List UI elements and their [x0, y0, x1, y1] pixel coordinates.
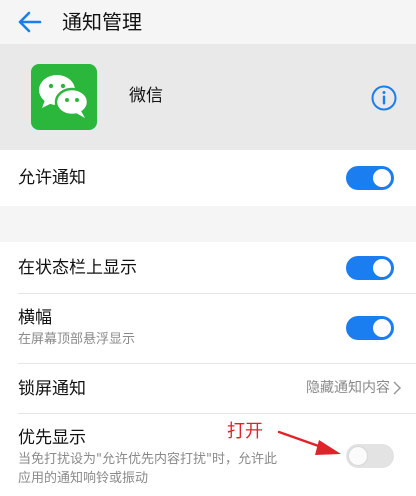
priority-label: 优先显示 [18, 428, 86, 448]
allow-notifications-toggle[interactable] [346, 166, 394, 190]
priority-sublabel-line2: 应用的通知响铃或振动 [18, 471, 149, 486]
toggle-knob [373, 259, 391, 277]
allow-notifications-label: 允许通知 [18, 168, 86, 188]
app-name: 微信 [129, 86, 163, 106]
chevron-right-icon [393, 381, 402, 395]
status-bar-toggle[interactable] [346, 256, 394, 280]
toggle-knob [373, 169, 391, 187]
chat-bubbles-icon [39, 75, 90, 118]
annotation-label: 打开 [227, 421, 263, 442]
red-arrow-icon [277, 430, 341, 455]
row-allow-notifications[interactable]: 允许通知 [0, 150, 416, 206]
app-header: 微信 [0, 44, 416, 150]
top-bar: 通知管理 [0, 0, 416, 44]
lock-screen-value: 隐藏通知内容 [306, 380, 390, 396]
status-bar-label: 在状态栏上显示 [18, 258, 137, 278]
row-lock-screen[interactable]: 锁屏通知 隐藏通知内容 [0, 364, 416, 414]
toggle-knob [349, 447, 367, 465]
toggle-knob [373, 319, 391, 337]
back-arrow-icon[interactable] [14, 6, 46, 38]
info-icon[interactable] [370, 84, 398, 112]
lock-screen-label: 锁屏通知 [18, 379, 86, 399]
row-status-bar[interactable]: 在状态栏上显示 [0, 242, 416, 294]
wechat-logo [31, 64, 97, 130]
priority-toggle[interactable] [346, 444, 394, 468]
banner-sublabel: 在屏幕顶部悬浮显示 [18, 332, 136, 347]
banner-toggle[interactable] [346, 316, 394, 340]
page-title: 通知管理 [62, 10, 142, 34]
row-priority[interactable]: 优先显示 当免打扰设为"允许优先内容打扰"时，允许此 应用的通知响铃或振动 [0, 414, 416, 496]
banner-label: 横幅 [18, 308, 52, 328]
row-banner[interactable]: 横幅 在屏幕顶部悬浮显示 [0, 294, 416, 364]
priority-sublabel-line1: 当免打扰设为"允许优先内容打扰"时，允许此 [18, 452, 277, 467]
